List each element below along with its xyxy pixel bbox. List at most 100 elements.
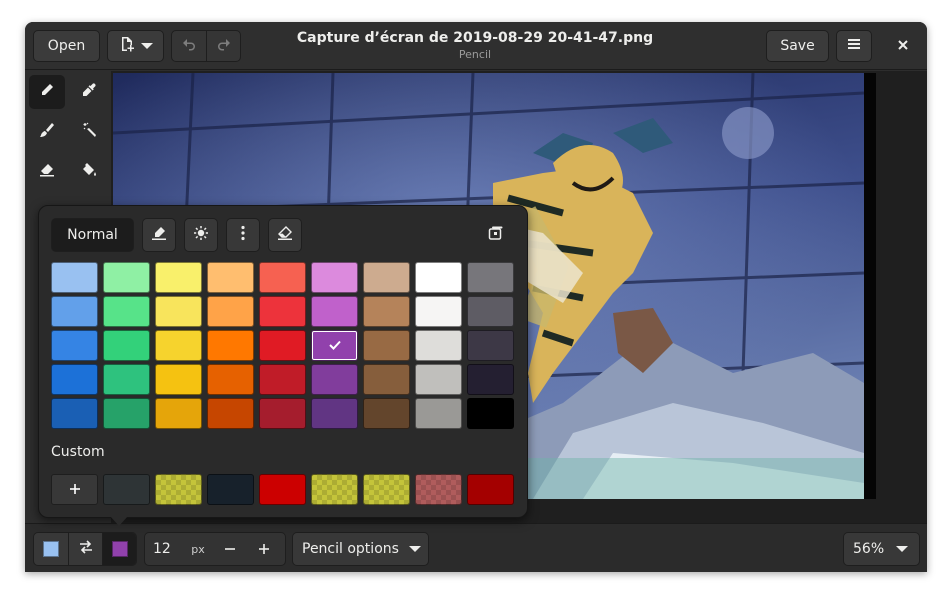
- palette-color-swatch[interactable]: [207, 398, 254, 429]
- palette-color-swatch[interactable]: [103, 262, 150, 293]
- tool-eraser-button[interactable]: [29, 155, 65, 189]
- palette-color-swatch[interactable]: [259, 262, 306, 293]
- palette-color-swatch[interactable]: [155, 330, 202, 361]
- highlight-mode-button[interactable]: [142, 218, 176, 252]
- palette-color-swatch[interactable]: [311, 330, 358, 361]
- close-icon: [898, 38, 908, 54]
- palette-color-swatch[interactable]: [51, 330, 98, 361]
- save-button[interactable]: Save: [766, 30, 829, 62]
- palette-color-swatch[interactable]: [259, 330, 306, 361]
- paint-bucket-icon: [81, 162, 97, 182]
- custom-color-swatch[interactable]: [363, 474, 410, 505]
- checkmark-icon: [328, 338, 341, 354]
- tool-pencil-button[interactable]: [29, 75, 65, 109]
- tool-fill-button[interactable]: [71, 155, 107, 189]
- size-spinbutton: 12 px: [144, 532, 286, 566]
- custom-color-swatch[interactable]: [207, 474, 254, 505]
- new-image-menu-button[interactable]: [107, 30, 164, 62]
- window-subtitle: Pencil: [458, 48, 492, 61]
- chevron-down-icon: [140, 43, 153, 49]
- magic-wand-icon: [81, 122, 97, 142]
- erase-mode-button[interactable]: [268, 218, 302, 252]
- blend-mode-button[interactable]: Normal: [51, 218, 134, 252]
- palette-color-swatch[interactable]: [51, 296, 98, 327]
- palette-color-swatch[interactable]: [259, 364, 306, 395]
- close-window-button[interactable]: [887, 30, 919, 62]
- chevron-down-icon: [408, 546, 421, 552]
- palette-color-swatch[interactable]: [103, 296, 150, 327]
- palette-color-swatch[interactable]: [467, 330, 514, 361]
- palette-color-swatch[interactable]: [311, 398, 358, 429]
- size-decrease-button[interactable]: [213, 533, 247, 565]
- vertical-dots-icon: [241, 225, 245, 245]
- more-options-button[interactable]: [226, 218, 260, 252]
- palette-color-swatch[interactable]: [415, 262, 462, 293]
- window-title-block: Capture d’écran de 2019-08-29 20-41-47.p…: [285, 28, 665, 62]
- palette-color-swatch[interactable]: [259, 398, 306, 429]
- palette-color-swatch[interactable]: [207, 296, 254, 327]
- palette-color-swatch[interactable]: [363, 262, 410, 293]
- palette-color-swatch[interactable]: [155, 262, 202, 293]
- custom-color-swatch[interactable]: [467, 474, 514, 505]
- palette-color-swatch[interactable]: [467, 398, 514, 429]
- custom-color-swatch[interactable]: [311, 474, 358, 505]
- palette-color-swatch[interactable]: [51, 364, 98, 395]
- palette-color-swatch[interactable]: [155, 398, 202, 429]
- palette-color-swatch[interactable]: [259, 296, 306, 327]
- palette-color-swatch[interactable]: [103, 330, 150, 361]
- palette-color-swatch[interactable]: [207, 364, 254, 395]
- palette-color-swatch[interactable]: [51, 262, 98, 293]
- palette-color-swatch[interactable]: [467, 262, 514, 293]
- palette-color-swatch[interactable]: [311, 296, 358, 327]
- size-input[interactable]: 12: [145, 541, 183, 557]
- brush-icon: [39, 122, 55, 142]
- tool-magic-button[interactable]: [71, 115, 107, 149]
- palette-color-swatch[interactable]: [415, 296, 462, 327]
- palette-color-swatch[interactable]: [467, 296, 514, 327]
- zoom-menu-button[interactable]: 56%: [843, 532, 920, 566]
- hamburger-icon: [847, 38, 861, 54]
- bottom-toolbar: 12 px Pencil options 56%: [25, 523, 927, 572]
- custom-color-swatch[interactable]: [103, 474, 150, 505]
- add-custom-color-button[interactable]: [51, 474, 98, 505]
- palette-color-swatch[interactable]: [363, 296, 410, 327]
- palette-color-swatch[interactable]: [103, 364, 150, 395]
- palette-color-swatch[interactable]: [415, 330, 462, 361]
- palette-color-swatch[interactable]: [363, 364, 410, 395]
- lighten-mode-button[interactable]: [184, 218, 218, 252]
- palette-color-swatch[interactable]: [103, 398, 150, 429]
- palette-color-swatch[interactable]: [415, 398, 462, 429]
- redo-icon: [217, 37, 231, 55]
- tool-color-picker-button[interactable]: [71, 75, 107, 109]
- palette-color-swatch[interactable]: [207, 330, 254, 361]
- undo-button[interactable]: [172, 31, 206, 61]
- popover-arrow: [110, 516, 128, 526]
- palette-color-swatch[interactable]: [311, 364, 358, 395]
- palette-color-swatch[interactable]: [51, 398, 98, 429]
- custom-color-swatch[interactable]: [259, 474, 306, 505]
- palette-color-swatch[interactable]: [363, 330, 410, 361]
- size-increase-button[interactable]: [247, 533, 281, 565]
- exchange-colors-button[interactable]: [68, 533, 102, 565]
- redo-button[interactable]: [206, 31, 240, 61]
- palette-color-swatch[interactable]: [311, 262, 358, 293]
- open-button[interactable]: Open: [33, 30, 100, 62]
- palette-color-swatch[interactable]: [155, 364, 202, 395]
- palette-color-swatch[interactable]: [415, 364, 462, 395]
- editor-picker-button[interactable]: [479, 218, 513, 252]
- plus-icon: [69, 479, 81, 500]
- palette-color-swatch[interactable]: [207, 262, 254, 293]
- palette-color-swatch[interactable]: [467, 364, 514, 395]
- right-color-swatch: [111, 541, 128, 557]
- palette-color-swatch[interactable]: [155, 296, 202, 327]
- plus-icon: [258, 539, 270, 560]
- zoom-level-label: 56%: [853, 541, 885, 557]
- custom-color-swatch[interactable]: [155, 474, 202, 505]
- right-color-button[interactable]: [102, 533, 136, 565]
- palette-color-swatch[interactable]: [363, 398, 410, 429]
- left-color-button[interactable]: [34, 533, 68, 565]
- custom-color-swatch[interactable]: [415, 474, 462, 505]
- tool-paint-button[interactable]: [29, 115, 65, 149]
- tool-options-menu-button[interactable]: Pencil options: [292, 532, 429, 566]
- main-menu-button[interactable]: [836, 30, 872, 62]
